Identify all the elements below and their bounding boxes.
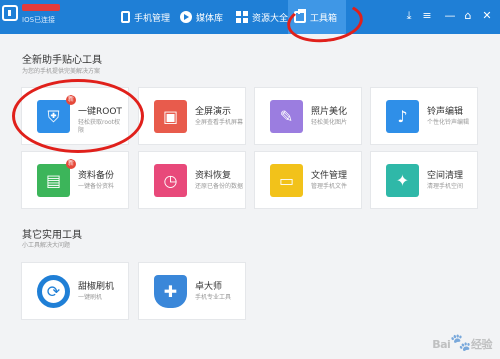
shield-key-icon: ⛨: [37, 100, 70, 133]
tool-name: 铃声编辑: [427, 107, 464, 117]
tool-card-fullscreen[interactable]: ▣ 全屏演示 全屏查看手机屏幕: [138, 87, 246, 145]
tool-desc: 全屏查看手机屏幕: [195, 119, 244, 126]
tool-name: 卓大师: [195, 282, 223, 292]
top-bar: IOS已连接 手机管理 媒体库 资源大全 工具箱 ⤓ ≡ — ⌂ ✕: [0, 0, 500, 34]
phone-icon: [121, 11, 130, 23]
tool-card-backup[interactable]: ▤ 新 资料备份 一键备份资料: [21, 151, 129, 209]
tool-name: 资料备份: [78, 171, 115, 181]
watermark-suffix: 经验: [471, 338, 493, 351]
music-note-icon: ♪: [386, 100, 419, 133]
watermark: Bai🐾经验: [432, 333, 492, 353]
tool-card-files[interactable]: ▭ 文件管理 管理手机文件: [254, 151, 362, 209]
new-badge: 新: [66, 159, 76, 169]
flash-refresh-icon: ⟳: [37, 275, 70, 308]
tool-desc: 轻松获取root权限: [78, 119, 121, 134]
screen-cast-icon: ▣: [154, 100, 187, 133]
device-indicator[interactable]: IOS已连接: [2, 3, 62, 31]
tool-name: 照片美化: [311, 107, 348, 117]
minimize-button[interactable]: —: [443, 9, 457, 23]
tool-card-flash[interactable]: ⟳ 甜椒刷机 一键刷机: [21, 262, 129, 320]
tool-desc: 清理手机空间: [427, 183, 464, 190]
section-title-newbie: 全新助手贴心工具: [22, 55, 102, 66]
tab-label: 手机管理: [134, 13, 171, 24]
watermark-brand: Bai: [432, 338, 451, 351]
tab-label: 工具箱: [310, 13, 338, 24]
new-badge: 新: [66, 95, 76, 105]
broom-icon: ✦: [386, 164, 419, 197]
tool-name: 一键ROOT: [78, 107, 122, 117]
tool-name: 甜椒刷机: [78, 282, 115, 292]
tool-desc: 一键备份资料: [78, 183, 115, 190]
tool-card-photo[interactable]: ✎ 照片美化 轻松美化图片: [254, 87, 362, 145]
device-name-redacted: [22, 4, 60, 11]
tool-card-ringtone[interactable]: ♪ 铃声编辑 个性化铃声编辑: [370, 87, 478, 145]
restore-clock-icon: ◷: [154, 164, 187, 197]
tool-desc: 还原已备份的数据: [195, 183, 244, 190]
backup-printer-icon: ▤: [37, 164, 70, 197]
tool-name: 空间清理: [427, 171, 464, 181]
tool-name: 全屏演示: [195, 107, 232, 117]
tab-phone-manage[interactable]: 手机管理: [115, 0, 176, 34]
tab-label: 媒体库: [196, 13, 224, 24]
toolbox-icon: [294, 9, 306, 23]
tool-name: 资料恢复: [195, 171, 232, 181]
tab-media-library[interactable]: 媒体库: [174, 0, 229, 34]
tool-desc: 个性化铃声编辑: [427, 119, 470, 126]
tool-desc: 管理手机文件: [311, 183, 348, 190]
phone-device-icon: [2, 5, 18, 21]
tool-desc: 手机专业工具: [195, 294, 232, 301]
tool-card-root[interactable]: ⛨ 新 一键ROOT 轻松获取root权限: [21, 87, 129, 145]
tool-desc: 一键刷机: [78, 294, 103, 301]
tool-card-restore[interactable]: ◷ 资料恢复 还原已备份的数据: [138, 151, 246, 209]
section-subtitle-newbie: 为您的手机提供完美解决方案: [22, 68, 101, 75]
folder-icon: ▭: [270, 164, 303, 197]
palette-icon: ✎: [270, 100, 303, 133]
tab-resources[interactable]: 资源大全: [230, 0, 294, 34]
tool-desc: 轻松美化图片: [311, 119, 348, 126]
tab-label: 资源大全: [252, 13, 289, 24]
tool-card-cleanup[interactable]: ✦ 空间清理 清理手机空间: [370, 151, 478, 209]
close-button[interactable]: ✕: [480, 9, 494, 23]
grid-icon: [236, 11, 248, 23]
tab-toolbox[interactable]: 工具箱: [288, 0, 346, 34]
tool-card-master[interactable]: ✚ 卓大师 手机专业工具: [138, 262, 246, 320]
section-subtitle-practical: 小工具解决大问题: [22, 242, 71, 249]
device-status: IOS已连接: [22, 16, 56, 24]
menu-icon[interactable]: ≡: [420, 9, 434, 23]
shield-master-icon: ✚: [154, 275, 187, 308]
home-icon[interactable]: ⌂: [461, 9, 475, 23]
section-title-practical: 其它实用工具: [22, 230, 82, 241]
download-icon[interactable]: ⤓: [402, 9, 416, 23]
media-play-icon: [180, 11, 192, 23]
tool-name: 文件管理: [311, 171, 348, 181]
